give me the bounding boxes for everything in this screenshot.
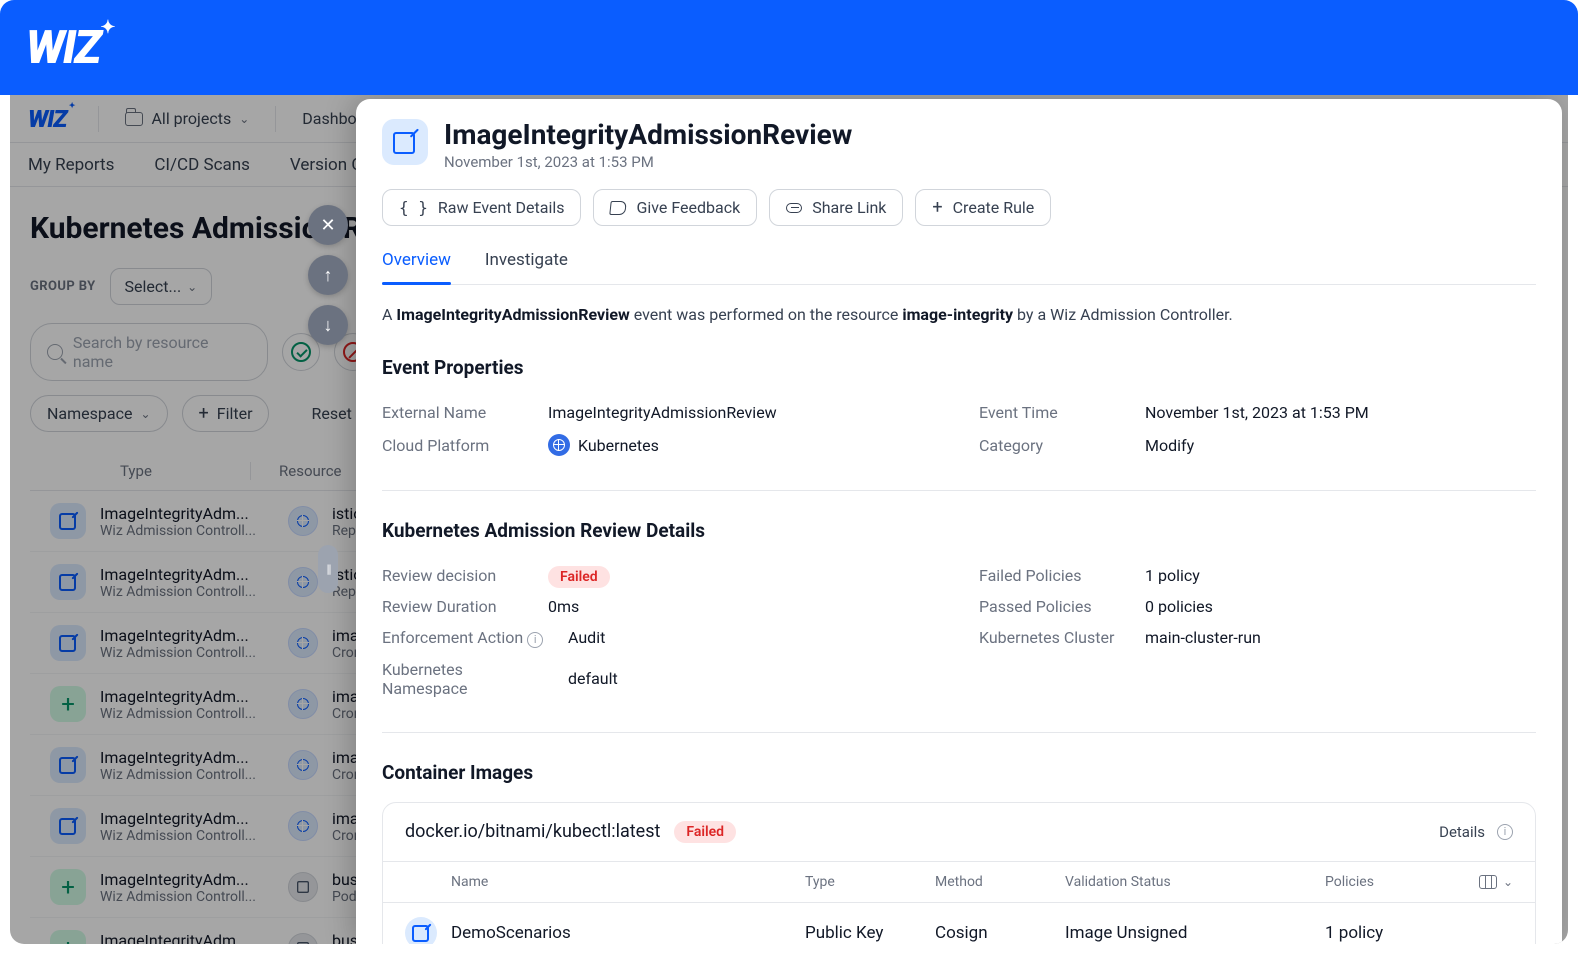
prop-key: Review decision xyxy=(382,566,532,585)
prop-value: 0 policies xyxy=(1145,597,1213,616)
prop-key: Enforcement Actioni xyxy=(382,628,552,648)
wiz-logo: WIZ✦ xyxy=(26,21,100,75)
event-summary: A ImageIntegrityAdmissionReview event wa… xyxy=(382,305,1536,324)
prop-key: Cloud Platform xyxy=(382,436,532,455)
next-event-button[interactable]: ↓ xyxy=(308,305,348,345)
container-image-card: docker.io/bitnami/kubectl:latest Failed … xyxy=(382,802,1536,944)
tab-investigate[interactable]: Investigate xyxy=(485,244,568,284)
panel-date: November 1st, 2023 at 1:53 PM xyxy=(444,153,852,171)
prop-key: Failed Policies xyxy=(979,566,1129,585)
image-details-link[interactable]: Details i xyxy=(1439,823,1513,841)
prev-event-button[interactable]: ↑ xyxy=(308,255,348,295)
image-name: docker.io/bitnami/kubectl:latest xyxy=(405,821,660,842)
info-icon[interactable]: i xyxy=(527,632,543,648)
prop-key: Category xyxy=(979,436,1129,455)
prop-key: Event Time xyxy=(979,403,1129,422)
info-icon: i xyxy=(1497,824,1513,840)
plus-icon: + xyxy=(932,199,942,217)
prop-value: main-cluster-run xyxy=(1145,628,1261,647)
chevron-down-icon[interactable]: ⌄ xyxy=(1503,875,1513,889)
prop-key: Passed Policies xyxy=(979,597,1129,616)
status-badge: Failed xyxy=(674,821,736,843)
braces-icon: { } xyxy=(399,198,428,217)
prop-value: ImageIntegrityAdmissionReview xyxy=(548,403,777,422)
kubernetes-icon xyxy=(548,434,570,456)
prop-key: External Name xyxy=(382,403,532,422)
close-icon: ✕ xyxy=(320,215,335,236)
prop-key: Kubernetes Namespace xyxy=(382,660,552,698)
policies-table-header: Name Type Method Validation Status Polic… xyxy=(383,861,1535,903)
columns-icon[interactable] xyxy=(1479,875,1497,889)
prop-key: Kubernetes Cluster xyxy=(979,628,1129,647)
brand-header: WIZ✦ xyxy=(0,0,1578,95)
prop-value: Failed xyxy=(548,566,610,585)
raw-event-button[interactable]: { }Raw Event Details xyxy=(382,189,581,226)
panel-resize-handle[interactable]: | | xyxy=(318,545,338,593)
link-icon xyxy=(786,203,802,213)
policy-row[interactable]: DemoScenarios Public Key Cosign Image Un… xyxy=(383,903,1535,944)
prop-value: November 1st, 2023 at 1:53 PM xyxy=(1145,403,1369,422)
arrow-down-icon: ↓ xyxy=(324,315,333,336)
prop-value: Modify xyxy=(1145,436,1194,455)
megaphone-icon xyxy=(610,201,627,215)
share-link-button[interactable]: Share Link xyxy=(769,189,903,226)
prop-value: 1 policy xyxy=(1145,566,1200,585)
tab-overview[interactable]: Overview xyxy=(382,244,451,284)
create-rule-button[interactable]: +Create Rule xyxy=(915,189,1051,226)
panel-title: ImageIntegrityAdmissionReview xyxy=(444,119,852,151)
prop-value: Audit xyxy=(568,628,605,647)
section-event-properties: Event Properties xyxy=(382,356,1536,379)
give-feedback-button[interactable]: Give Feedback xyxy=(593,189,757,226)
event-detail-panel: ImageIntegrityAdmissionReview November 1… xyxy=(356,99,1562,944)
prop-value: 0ms xyxy=(548,597,579,616)
policy-icon xyxy=(405,917,437,944)
prop-value: default xyxy=(568,669,618,688)
section-review-details: Kubernetes Admission Review Details xyxy=(382,519,1536,542)
status-badge: Failed xyxy=(548,566,610,588)
section-container-images: Container Images xyxy=(382,761,1536,784)
prop-value: Kubernetes xyxy=(548,434,659,456)
close-panel-button[interactable]: ✕ xyxy=(308,205,348,245)
event-type-icon xyxy=(382,119,428,165)
prop-key: Review Duration xyxy=(382,597,532,616)
arrow-up-icon: ↑ xyxy=(324,265,333,286)
